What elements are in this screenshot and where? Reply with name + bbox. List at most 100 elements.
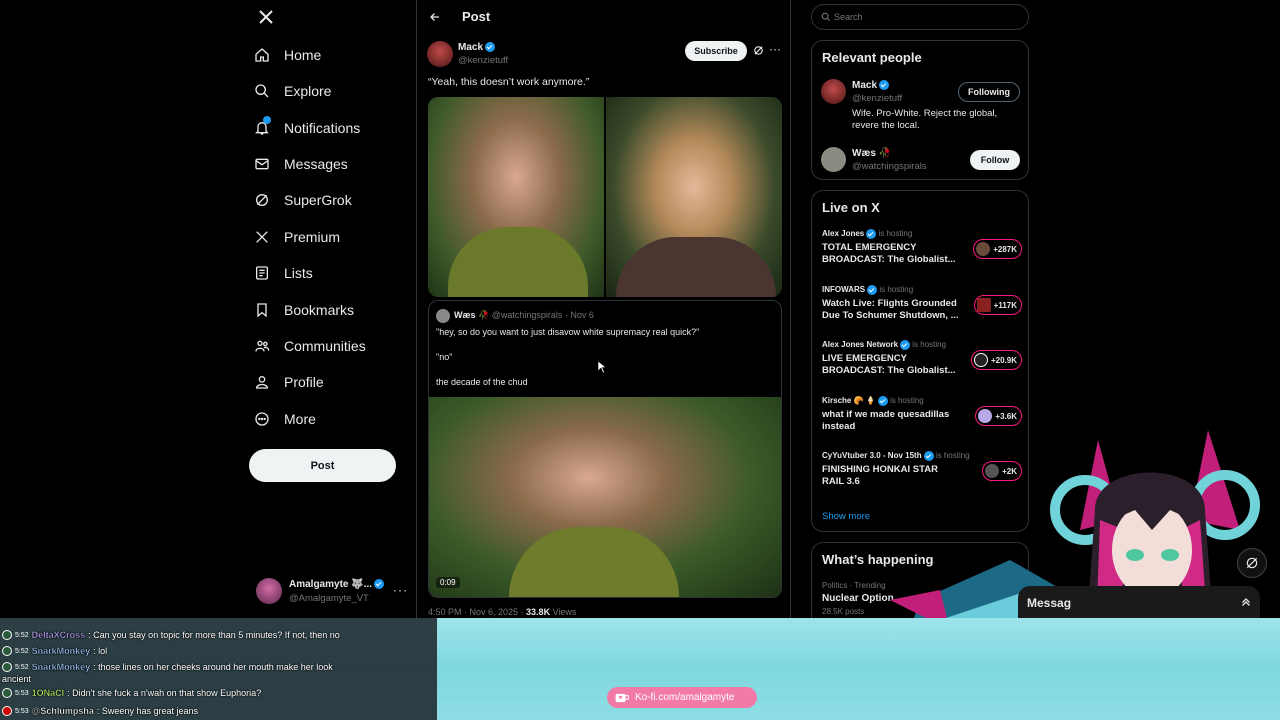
account-handle: @Amalgamyte_VT: [289, 593, 369, 604]
media-image-left[interactable]: [428, 97, 604, 297]
grok-floating-button[interactable]: [1237, 548, 1267, 578]
chat-text: : Didn't she fuck a n'wah on that show E…: [67, 688, 262, 698]
author-name[interactable]: Mack: [458, 42, 496, 53]
quote-video[interactable]: 0:09: [429, 397, 781, 597]
avatar[interactable]: [821, 147, 846, 172]
more-dots-icon[interactable]: ···: [393, 583, 408, 597]
chat-time: 5:53: [15, 707, 29, 715]
account-name-text: Amalgamyte 🐺...: [289, 579, 373, 590]
bookmark-icon: [254, 302, 270, 318]
nav-messages[interactable]: Messages: [254, 149, 348, 179]
verified-badge-icon: [877, 396, 888, 406]
search-icon: [254, 83, 270, 99]
nav-notifications[interactable]: Notifications: [254, 113, 360, 143]
relevant-people-title: Relevant people: [822, 50, 922, 65]
chat-text: : lol: [93, 646, 108, 656]
trend-category: Politics · Trending: [822, 581, 886, 590]
nav-lists[interactable]: Lists: [254, 258, 313, 288]
chat-message: 5:52 SnarkMonkey: those lines on her che…: [2, 660, 333, 674]
more-dots-icon[interactable]: ···: [769, 42, 781, 56]
kofi-banner: Ko-fi.com/amalgamyte: [607, 687, 757, 708]
live-item[interactable]: CyYuVtuber 3.0 - Nov 15th is hosting FIN…: [822, 451, 1022, 495]
live-host: Alex Jones is hosting: [822, 229, 912, 239]
live-host: INFOWARS is hosting: [822, 285, 913, 295]
chat-time: 5:52: [15, 631, 29, 639]
chat-badge-icon: [2, 688, 12, 698]
live-listener-count: +287K: [973, 239, 1022, 259]
follow-button[interactable]: Follow: [970, 150, 1020, 170]
chevron-up-icon[interactable]: [1240, 596, 1252, 608]
live-item[interactable]: INFOWARS is hosting Watch Live: Flights …: [822, 285, 1022, 329]
live-host: Alex Jones Network is hosting: [822, 340, 946, 350]
listener-count-text: +3.6K: [995, 411, 1017, 421]
grok-icon[interactable]: [753, 45, 764, 56]
nav-lists-label: Lists: [284, 265, 313, 281]
nav-premium-label: Premium: [284, 229, 341, 245]
quoted-post[interactable]: Wæs 🥀 @watchingspirals · Nov 6 "hey, so …: [428, 300, 782, 598]
live-host-name: Kirsche 🥐 🍦: [822, 396, 876, 406]
shirt-shape: [509, 527, 679, 597]
chat-user: SnarkMonkey: [31, 646, 91, 656]
listener-avatar: [985, 464, 1000, 478]
nav-supergrok-label: SuperGrok: [284, 192, 352, 208]
nav-supergrok[interactable]: SuperGrok: [254, 185, 352, 215]
nav-communities[interactable]: Communities: [254, 331, 366, 361]
post-button[interactable]: Post: [249, 449, 396, 482]
nav-profile[interactable]: Profile: [254, 367, 324, 397]
subscribe-button[interactable]: Subscribe: [685, 41, 747, 61]
post-meta: 4:50 PM · Nov 6, 2025 · 33.8K Views: [428, 607, 576, 617]
search-icon: [821, 12, 831, 22]
listener-count-text: +2K: [1002, 466, 1017, 476]
person-handle: @kenzietuff: [852, 93, 903, 104]
live-host-name: INFOWARS: [822, 285, 866, 295]
nav-premium[interactable]: Premium: [254, 222, 340, 252]
nav-profile-label: Profile: [284, 374, 324, 390]
account-switcher[interactable]: Amalgamyte 🐺... @Amalgamyte_VT ···: [256, 578, 408, 606]
nav-messages-label: Messages: [284, 156, 348, 172]
nav-bookmarks[interactable]: Bookmarks: [254, 295, 354, 325]
views-count: 33.8K: [526, 607, 551, 617]
nav-home[interactable]: Home: [254, 40, 321, 70]
listener-avatar: [973, 353, 988, 367]
messages-drawer[interactable]: Messag: [1018, 586, 1260, 622]
account-name: Amalgamyte 🐺...: [289, 579, 385, 590]
live-item[interactable]: Kirsche 🥐 🍦 is hosting what if we made q…: [822, 396, 1022, 440]
grok-icon: [254, 192, 270, 208]
hosting-label: is hosting: [879, 285, 914, 295]
nav-more[interactable]: More: [254, 404, 316, 434]
back-arrow-icon[interactable]: [429, 10, 441, 24]
author-name-text: Mack: [458, 42, 484, 53]
video-timestamp: 0:09: [436, 577, 460, 588]
kofi-cup-icon: [615, 692, 629, 704]
live-item[interactable]: Alex Jones Network is hosting LIVE EMERG…: [822, 340, 1022, 384]
chat-time: 5:53: [15, 689, 29, 697]
post-media[interactable]: [428, 97, 782, 297]
live-item[interactable]: Alex Jones is hosting TOTAL EMERGENCY BR…: [822, 229, 1022, 273]
author-avatar[interactable]: [427, 41, 453, 67]
x-premium-icon: [254, 229, 270, 245]
search-input[interactable]: Search: [811, 4, 1029, 30]
chat-user: 1ONaCl: [31, 688, 65, 698]
media-image-right[interactable]: [606, 97, 782, 297]
trend-posts: 28.5K posts: [822, 607, 865, 616]
person-name[interactable]: Mack: [852, 80, 890, 91]
avatar[interactable]: [821, 79, 846, 104]
following-button[interactable]: Following: [958, 82, 1020, 102]
show-more-link[interactable]: Show more: [822, 511, 870, 522]
quote-author-name: Wæs 🥀: [454, 310, 490, 320]
nav-explore[interactable]: Explore: [254, 76, 331, 106]
chat-badge-icon: [2, 646, 12, 656]
live-listener-count: +20.9K: [970, 350, 1022, 370]
nav-explore-label: Explore: [284, 83, 332, 99]
chat-message: 5:53 @Schlumpsha: Sweeny has great jeans: [2, 704, 198, 718]
messages-drawer-label: Messag: [1027, 596, 1072, 610]
chat-text: : those lines on her cheeks around her m…: [93, 662, 333, 672]
x-logo-icon[interactable]: [258, 9, 274, 25]
chat-user: @Schlumpsha: [31, 706, 94, 716]
chat-text: ancient: [2, 674, 32, 684]
kofi-link-text: Ko-fi.com/amalgamyte: [635, 692, 735, 703]
author-handle[interactable]: @kenzietuff: [458, 55, 508, 66]
person-name[interactable]: Wæs 🥀: [852, 148, 891, 159]
verified-badge-icon: [374, 579, 385, 590]
nav-more-label: More: [284, 411, 316, 427]
